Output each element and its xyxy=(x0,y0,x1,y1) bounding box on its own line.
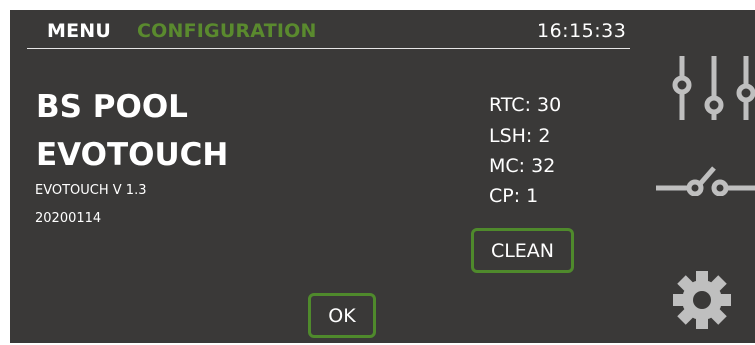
ok-button[interactable]: OK xyxy=(308,293,376,338)
clock: 16:15:33 xyxy=(537,20,627,42)
stat-rtc: RTC: 30 xyxy=(489,94,562,116)
gear-icon[interactable] xyxy=(672,270,732,330)
firmware-build: 20200114 xyxy=(35,211,102,226)
header-divider xyxy=(27,48,630,49)
stat-mc: MC: 32 xyxy=(489,155,556,177)
section-title: CONFIGURATION xyxy=(137,20,317,42)
device-name-line2: EVOTOUCH xyxy=(36,137,229,173)
top-bar: MENU CONFIGURATION 16:15:33 xyxy=(10,10,632,48)
stat-cp: CP: 1 xyxy=(489,185,539,207)
device-screen: MENU CONFIGURATION 16:15:33 BS POOL EVOT… xyxy=(10,10,755,343)
clean-button[interactable]: CLEAN xyxy=(471,228,574,273)
stat-lsh: LSH: 2 xyxy=(489,125,551,147)
firmware-version: EVOTOUCH V 1.3 xyxy=(35,183,147,198)
device-name-line1: BS POOL xyxy=(36,89,188,125)
menu-button[interactable]: MENU xyxy=(47,20,111,42)
sliders-icon[interactable] xyxy=(662,54,755,120)
switch-icon[interactable] xyxy=(656,166,755,196)
